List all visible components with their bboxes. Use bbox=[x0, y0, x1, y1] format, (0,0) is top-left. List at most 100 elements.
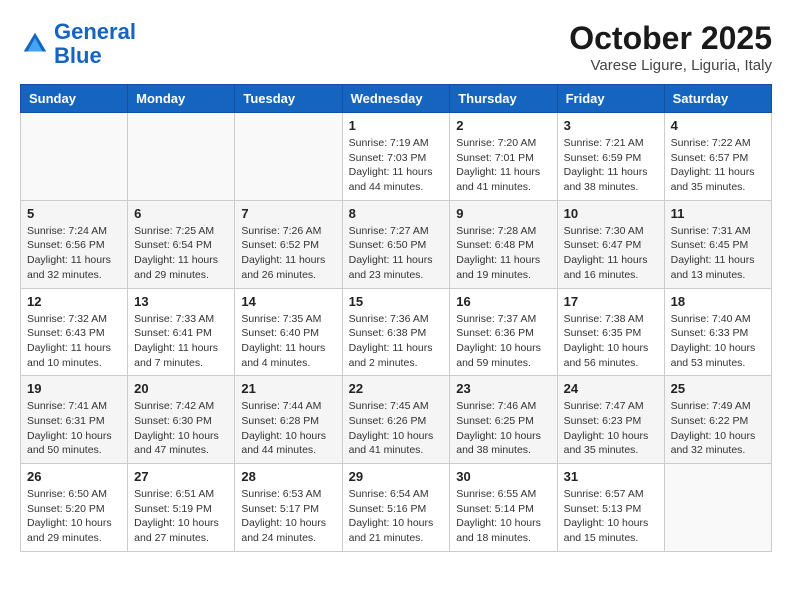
calendar-cell: 5 Sunrise: 7:24 AMSunset: 6:56 PMDaylight… bbox=[21, 200, 128, 288]
day-info: Sunrise: 7:25 AMSunset: 6:54 PMDaylight:… bbox=[134, 224, 228, 283]
day-info: Sunrise: 7:49 AMSunset: 6:22 PMDaylight:… bbox=[671, 399, 765, 458]
day-number: 25 bbox=[671, 381, 765, 396]
day-number: 7 bbox=[241, 206, 335, 221]
day-number: 24 bbox=[564, 381, 658, 396]
day-info: Sunrise: 7:24 AMSunset: 6:56 PMDaylight:… bbox=[27, 224, 121, 283]
header-monday: Monday bbox=[128, 85, 235, 113]
day-number: 16 bbox=[456, 294, 550, 309]
day-info: Sunrise: 7:19 AMSunset: 7:03 PMDaylight:… bbox=[349, 136, 444, 195]
day-number: 6 bbox=[134, 206, 228, 221]
calendar-cell: 27 Sunrise: 6:51 AMSunset: 5:19 PMDayligh… bbox=[128, 464, 235, 552]
week-row-4: 19 Sunrise: 7:41 AMSunset: 6:31 PMDayligh… bbox=[21, 376, 772, 464]
day-number: 5 bbox=[27, 206, 121, 221]
day-info: Sunrise: 7:26 AMSunset: 6:52 PMDaylight:… bbox=[241, 224, 335, 283]
calendar-cell: 14 Sunrise: 7:35 AMSunset: 6:40 PMDayligh… bbox=[235, 288, 342, 376]
day-number: 29 bbox=[349, 469, 444, 484]
logo-text: General Blue bbox=[54, 20, 136, 68]
calendar-cell bbox=[128, 113, 235, 201]
page-header: General Blue October 2025 Varese Ligure,… bbox=[20, 20, 772, 74]
day-info: Sunrise: 6:57 AMSunset: 5:13 PMDaylight:… bbox=[564, 487, 658, 546]
logo-line1: General bbox=[54, 19, 136, 44]
calendar-cell: 2Sunrise: 7:20 AMSunset: 7:01 PMDaylight… bbox=[450, 113, 557, 201]
calendar-cell: 13Sunrise: 7:33 AMSunset: 6:41 PMDayligh… bbox=[128, 288, 235, 376]
day-number: 9 bbox=[456, 206, 550, 221]
calendar-cell: 20 Sunrise: 7:42 AMSunset: 6:30 PMDayligh… bbox=[128, 376, 235, 464]
logo-icon bbox=[20, 29, 50, 59]
day-number: 3 bbox=[564, 118, 658, 133]
day-info: Sunrise: 7:47 AMSunset: 6:23 PMDaylight:… bbox=[564, 399, 658, 458]
day-info: Sunrise: 7:41 AMSunset: 6:31 PMDaylight:… bbox=[27, 399, 121, 458]
day-info: Sunrise: 7:31 AMSunset: 6:45 PMDaylight:… bbox=[671, 224, 765, 283]
day-number: 15 bbox=[349, 294, 444, 309]
calendar-cell bbox=[235, 113, 342, 201]
calendar-cell: 15 Sunrise: 7:36 AMSunset: 6:38 PMDayligh… bbox=[342, 288, 450, 376]
day-info: Sunrise: 7:27 AMSunset: 6:50 PMDaylight:… bbox=[349, 224, 444, 283]
calendar-cell: 26 Sunrise: 6:50 AMSunset: 5:20 PMDayligh… bbox=[21, 464, 128, 552]
month-title: October 2025 bbox=[569, 20, 772, 57]
day-info: Sunrise: 6:50 AMSunset: 5:20 PMDaylight:… bbox=[27, 487, 121, 546]
day-number: 4 bbox=[671, 118, 765, 133]
calendar-cell: 21 Sunrise: 7:44 AMSunset: 6:28 PMDayligh… bbox=[235, 376, 342, 464]
day-number: 14 bbox=[241, 294, 335, 309]
day-info: Sunrise: 7:32 AMSunset: 6:43 PMDaylight:… bbox=[27, 312, 121, 371]
week-row-3: 12 Sunrise: 7:32 AMSunset: 6:43 PMDayligh… bbox=[21, 288, 772, 376]
header-saturday: Saturday bbox=[664, 85, 771, 113]
header-wednesday: Wednesday bbox=[342, 85, 450, 113]
day-info: Sunrise: 7:42 AMSunset: 6:30 PMDaylight:… bbox=[134, 399, 228, 458]
calendar-cell: 19 Sunrise: 7:41 AMSunset: 6:31 PMDayligh… bbox=[21, 376, 128, 464]
calendar-cell: 18Sunrise: 7:40 AMSunset: 6:33 PMDayligh… bbox=[664, 288, 771, 376]
calendar-cell: 24 Sunrise: 7:47 AMSunset: 6:23 PMDayligh… bbox=[557, 376, 664, 464]
calendar-cell: 28Sunrise: 6:53 AMSunset: 5:17 PMDayligh… bbox=[235, 464, 342, 552]
day-info: Sunrise: 7:35 AMSunset: 6:40 PMDaylight:… bbox=[241, 312, 335, 371]
day-info: Sunrise: 7:45 AMSunset: 6:26 PMDaylight:… bbox=[349, 399, 444, 458]
calendar-cell: 9Sunrise: 7:28 AMSunset: 6:48 PMDaylight… bbox=[450, 200, 557, 288]
calendar-cell: 12 Sunrise: 7:32 AMSunset: 6:43 PMDayligh… bbox=[21, 288, 128, 376]
day-number: 13 bbox=[134, 294, 228, 309]
day-info: Sunrise: 6:51 AMSunset: 5:19 PMDaylight:… bbox=[134, 487, 228, 546]
day-info: Sunrise: 7:36 AMSunset: 6:38 PMDaylight:… bbox=[349, 312, 444, 371]
day-number: 22 bbox=[349, 381, 444, 396]
header-sunday: Sunday bbox=[21, 85, 128, 113]
day-info: Sunrise: 7:46 AMSunset: 6:25 PMDaylight:… bbox=[456, 399, 550, 458]
day-info: Sunrise: 7:44 AMSunset: 6:28 PMDaylight:… bbox=[241, 399, 335, 458]
day-number: 19 bbox=[27, 381, 121, 396]
day-info: Sunrise: 6:55 AMSunset: 5:14 PMDaylight:… bbox=[456, 487, 550, 546]
calendar-cell: 8 Sunrise: 7:27 AMSunset: 6:50 PMDaylight… bbox=[342, 200, 450, 288]
day-number: 8 bbox=[349, 206, 444, 221]
day-number: 23 bbox=[456, 381, 550, 396]
calendar-cell: 6 Sunrise: 7:25 AMSunset: 6:54 PMDaylight… bbox=[128, 200, 235, 288]
day-info: Sunrise: 7:30 AMSunset: 6:47 PMDaylight:… bbox=[564, 224, 658, 283]
logo-line2: Blue bbox=[54, 43, 102, 68]
logo: General Blue bbox=[20, 20, 136, 68]
day-number: 2 bbox=[456, 118, 550, 133]
day-number: 17 bbox=[564, 294, 658, 309]
day-number: 27 bbox=[134, 469, 228, 484]
calendar-cell: 17Sunrise: 7:38 AMSunset: 6:35 PMDayligh… bbox=[557, 288, 664, 376]
header-friday: Friday bbox=[557, 85, 664, 113]
calendar-cell: 4 Sunrise: 7:22 AMSunset: 6:57 PMDaylight… bbox=[664, 113, 771, 201]
location: Varese Ligure, Liguria, Italy bbox=[569, 57, 772, 74]
day-number: 31 bbox=[564, 469, 658, 484]
calendar-cell: 30Sunrise: 6:55 AMSunset: 5:14 PMDayligh… bbox=[450, 464, 557, 552]
calendar-cell: 10 Sunrise: 7:30 AMSunset: 6:47 PMDayligh… bbox=[557, 200, 664, 288]
calendar-cell: 1 Sunrise: 7:19 AMSunset: 7:03 PMDaylight… bbox=[342, 113, 450, 201]
day-info: Sunrise: 7:37 AMSunset: 6:36 PMDaylight:… bbox=[456, 312, 550, 371]
header-thursday: Thursday bbox=[450, 85, 557, 113]
week-row-5: 26 Sunrise: 6:50 AMSunset: 5:20 PMDayligh… bbox=[21, 464, 772, 552]
day-number: 11 bbox=[671, 206, 765, 221]
day-number: 26 bbox=[27, 469, 121, 484]
day-number: 21 bbox=[241, 381, 335, 396]
week-row-1: 1 Sunrise: 7:19 AMSunset: 7:03 PMDaylight… bbox=[21, 113, 772, 201]
day-number: 20 bbox=[134, 381, 228, 396]
calendar-cell: 29Sunrise: 6:54 AMSunset: 5:16 PMDayligh… bbox=[342, 464, 450, 552]
day-number: 10 bbox=[564, 206, 658, 221]
day-number: 28 bbox=[241, 469, 335, 484]
header-tuesday: Tuesday bbox=[235, 85, 342, 113]
calendar-cell: 7 Sunrise: 7:26 AMSunset: 6:52 PMDaylight… bbox=[235, 200, 342, 288]
calendar-cell bbox=[664, 464, 771, 552]
day-number: 12 bbox=[27, 294, 121, 309]
day-info: Sunrise: 7:22 AMSunset: 6:57 PMDaylight:… bbox=[671, 136, 765, 195]
day-info: Sunrise: 7:40 AMSunset: 6:33 PMDaylight:… bbox=[671, 312, 765, 371]
day-number: 1 bbox=[349, 118, 444, 133]
calendar-table: SundayMondayTuesdayWednesdayThursdayFrid… bbox=[20, 84, 772, 552]
